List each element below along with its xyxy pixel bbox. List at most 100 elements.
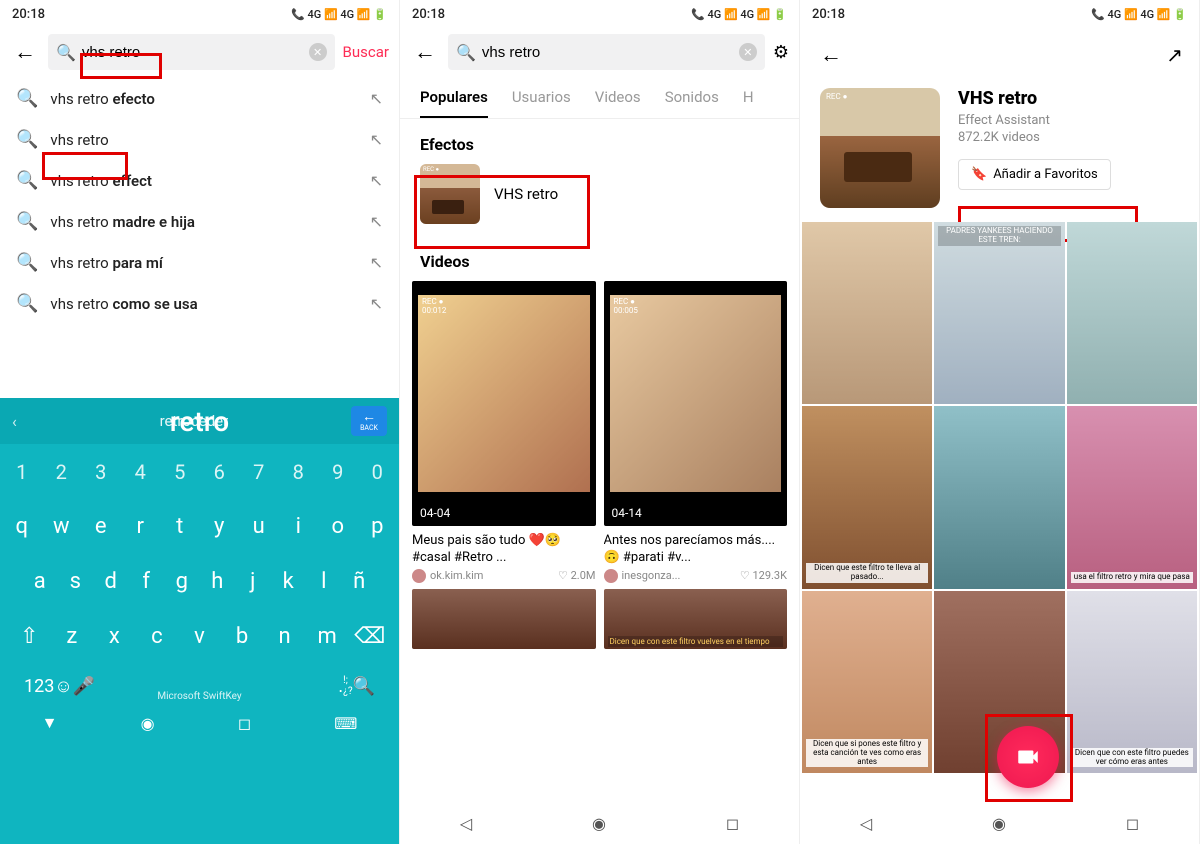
key-9[interactable]: 9 [320,452,356,492]
tab-h[interactable]: H [743,78,754,118]
key-5[interactable]: 5 [162,452,198,492]
video-thumb[interactable] [1067,222,1197,404]
key-7[interactable]: 7 [241,452,277,492]
nav-recent-icon[interactable]: ◻ [726,814,739,833]
nav-recent-icon[interactable]: ◻ [1126,814,1139,833]
search-input[interactable] [82,44,303,61]
key-u[interactable]: u [241,506,277,547]
back-icon[interactable]: ← [10,35,40,69]
suggestion-item[interactable]: 🔍vhs retro madre e hija↖ [0,201,399,242]
tab-sonidos[interactable]: Sonidos [665,78,719,118]
video-thumb[interactable] [934,406,1064,588]
effect-header: ← ↗ [800,28,1199,82]
keyboard[interactable]: ‹ retroceder retro ←BACK 1234567890 qwer… [0,398,399,844]
key-i[interactable]: i [281,506,317,547]
key-x[interactable]: x [95,616,134,657]
kb-sugg-2[interactable]: retro [170,405,229,438]
video-thumb[interactable]: usa el filtro retro y mira que pasa [1067,406,1197,588]
key-a[interactable]: a [24,561,56,602]
key-o[interactable]: o [320,506,356,547]
filter-icon[interactable]: ⚙ [773,42,789,63]
key-k[interactable]: k [273,561,305,602]
nav-back-icon[interactable]: ◁ [460,814,472,833]
clear-icon[interactable]: ✕ [739,43,757,61]
key-8[interactable]: 8 [281,452,317,492]
chevron-left-icon[interactable]: ‹ [12,412,17,431]
key-0[interactable]: 0 [360,452,396,492]
video-thumb[interactable]: Dicen que con este filtro puedes ver cóm… [1067,591,1197,773]
video-thumb[interactable]: PADRES YANKEES HACIENDO ESTE TREN: [934,222,1064,404]
key-d[interactable]: d [95,561,127,602]
search-input[interactable] [482,44,733,61]
key-2[interactable]: 2 [44,452,80,492]
nav-home-icon[interactable]: ◉ [141,714,155,733]
suggestion-item[interactable]: 🔍vhs retro↖ [0,119,399,160]
tab-usuarios[interactable]: Usuarios [512,78,571,118]
add-favorites-button[interactable]: 🔖 Añadir a Favoritos [958,159,1111,190]
tab-populares[interactable]: Populares [420,78,488,118]
key-ñ[interactable]: ñ [344,561,376,602]
arrow-insert-icon[interactable]: ↖ [370,171,383,190]
key-t[interactable]: t [162,506,198,547]
key-b[interactable]: b [223,616,262,657]
key-⌫[interactable]: ⌫ [350,616,389,657]
suggestion-item[interactable]: 🔍vhs retro como se usa↖ [0,283,399,324]
key-w[interactable]: w [44,506,80,547]
video-card[interactable]: REC ●00:00504-14 Antes nos parecíamos má… [604,281,788,583]
key-e[interactable]: e [83,506,119,547]
key-3[interactable]: 3 [83,452,119,492]
kb-brand: Microsoft SwiftKey [4,691,395,702]
key-n[interactable]: n [265,616,304,657]
key-z[interactable]: z [53,616,92,657]
search-button[interactable]: Buscar [343,43,389,61]
video-thumb[interactable] [802,222,932,404]
search-box[interactable]: 🔍 ✕ [48,34,335,70]
nav-back-icon[interactable]: ◁ [860,814,872,833]
key-1[interactable]: 1 [4,452,40,492]
key-⇧[interactable]: ⇧ [10,616,49,657]
key-g[interactable]: g [166,561,198,602]
key-c[interactable]: c [138,616,177,657]
key-f[interactable]: f [131,561,163,602]
tab-videos[interactable]: Videos [595,78,641,118]
arrow-insert-icon[interactable]: ↖ [370,212,383,231]
arrow-insert-icon[interactable]: ↖ [370,89,383,108]
arrow-insert-icon[interactable]: ↖ [370,253,383,272]
key-4[interactable]: 4 [123,452,159,492]
key-j[interactable]: j [237,561,269,602]
suggestion-text: vhs retro [50,131,357,149]
nav-recent-icon[interactable]: ◻ [238,714,251,733]
key-p[interactable]: p [360,506,396,547]
kb-back-button[interactable]: ←BACK [351,406,387,436]
nav-home-icon[interactable]: ◉ [592,814,606,833]
video-card[interactable]: REC ●00:01204-04 Meus pais são tudo ❤️🥺 … [412,281,596,583]
search-box[interactable]: 🔍 ✕ [448,34,765,70]
key-r[interactable]: r [123,506,159,547]
suggestion-item[interactable]: 🔍vhs retro efecto↖ [0,78,399,119]
clear-icon[interactable]: ✕ [309,43,327,61]
key-6[interactable]: 6 [202,452,238,492]
key-y[interactable]: y [202,506,238,547]
key-q[interactable]: q [4,506,40,547]
nav-home-icon[interactable]: ◉ [992,814,1006,833]
nav-keyboard-icon[interactable]: ⌨ [334,714,357,733]
arrow-insert-icon[interactable]: ↖ [370,294,383,313]
suggestion-item[interactable]: 🔍vhs retro effect↖ [0,160,399,201]
key-s[interactable]: s [60,561,92,602]
record-button[interactable] [997,726,1059,788]
suggestion-item[interactable]: 🔍vhs retro para mí↖ [0,242,399,283]
video-thumb[interactable]: Dicen que este filtro te lleva al pasado… [802,406,932,588]
key-m[interactable]: m [308,616,347,657]
key-h[interactable]: h [202,561,234,602]
arrow-insert-icon[interactable]: ↖ [370,130,383,149]
key-v[interactable]: v [180,616,219,657]
key-l[interactable]: l [308,561,340,602]
back-icon[interactable]: ← [816,38,846,72]
effect-result[interactable]: VHS retro [400,164,799,236]
video-thumb[interactable]: Dicen que con este filtro vuelves en el … [604,589,788,649]
share-icon[interactable]: ↗ [1166,43,1183,67]
video-thumb[interactable]: Dicen que si pones este filtro y esta ca… [802,591,932,773]
back-icon[interactable]: ← [410,35,440,69]
video-thumb[interactable] [412,589,596,649]
nav-down-icon[interactable]: ▼ [42,713,58,733]
